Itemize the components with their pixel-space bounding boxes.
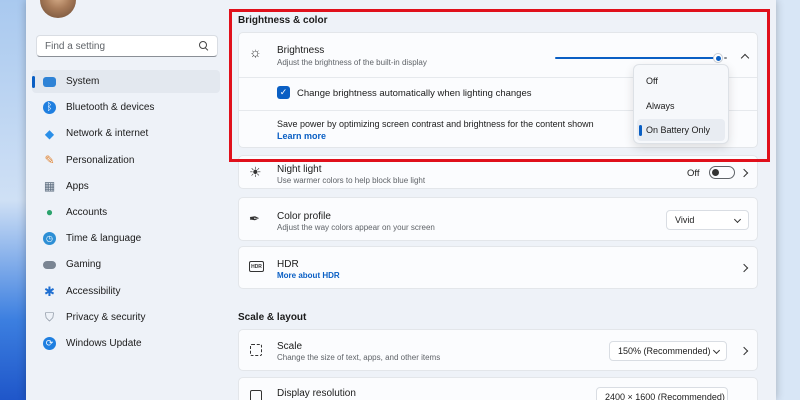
brightness-slider-fill — [555, 57, 714, 59]
chevron-right-icon — [739, 168, 749, 178]
color-profile-desc: Adjust the way colors appear on your scr… — [277, 223, 435, 232]
more-about-hdr-link[interactable]: More about HDR — [277, 271, 340, 280]
system-icon — [43, 77, 56, 87]
search-icon[interactable] — [199, 41, 209, 51]
controller-icon — [43, 261, 56, 270]
display-resolution-dropdown[interactable]: 2400 × 1600 (Recommended) — [596, 387, 728, 400]
toggle-knob — [712, 169, 719, 176]
night-light-card[interactable]: ☀ Night light Use warmer colors to help … — [238, 155, 758, 189]
section-title-scale-layout: Scale & layout — [238, 312, 307, 323]
brightness-desc: Adjust the brightness of the built-in di… — [277, 58, 427, 67]
chevron-down-icon — [712, 346, 721, 355]
color-profile-icon: ✒ — [249, 211, 260, 226]
menu-item-on-battery-only[interactable]: On Battery Only — [637, 119, 725, 141]
wifi-icon: ◆ — [44, 126, 55, 141]
globe-clock-icon: ◷ — [43, 232, 56, 246]
sidebar-item-label: Privacy & security — [66, 311, 146, 323]
update-icon: ⟳ — [43, 336, 56, 350]
night-light-icon: ☀ — [249, 164, 262, 180]
color-profile-card: ✒ Color profile Adjust the way colors ap… — [238, 197, 758, 241]
brush-icon: ✎ — [44, 153, 55, 168]
night-light-toggle[interactable] — [709, 166, 735, 179]
scale-icon — [250, 344, 262, 356]
auto-brightness-checkbox[interactable]: ✓ — [277, 86, 290, 99]
sidebar-item-label: Time & language — [66, 233, 142, 245]
sidebar-item-label: Network & internet — [66, 128, 149, 140]
chevron-down-icon — [733, 215, 742, 224]
sidebar-item-bluetooth[interactable]: ᛒ Bluetooth & devices — [32, 96, 220, 119]
display-resolution-value: 2400 × 1600 (Recommended) — [605, 392, 725, 400]
content-pane: Brightness & color ☼ Brightness Adjust t… — [232, 0, 776, 400]
brightness-slider[interactable] — [555, 53, 727, 63]
chevron-right-icon — [739, 346, 749, 356]
sidebar-item-gaming[interactable]: Gaming — [32, 253, 220, 276]
sidebar-item-system[interactable]: System — [32, 70, 220, 93]
sidebar-item-label: Accounts — [66, 206, 108, 218]
sidebar-item-accessibility[interactable]: ✱ Accessibility — [32, 280, 220, 303]
sidebar-item-label: Windows Update — [66, 337, 142, 349]
accounts-icon: ● — [45, 205, 54, 220]
auto-brightness-label: Change brightness automatically when lig… — [297, 88, 532, 99]
sidebar-item-network[interactable]: ◆ Network & internet — [32, 122, 220, 145]
sidebar-item-label: Personalization — [66, 154, 135, 166]
search-input[interactable] — [45, 40, 199, 52]
accessibility-icon: ✱ — [44, 283, 55, 299]
brightness-slider-thumb[interactable] — [713, 53, 723, 63]
sidebar-item-windows-update[interactable]: ⟳ Windows Update — [32, 332, 220, 355]
shield-icon: ⛉ — [44, 310, 54, 325]
bluetooth-icon: ᛒ — [43, 101, 56, 115]
search-box[interactable] — [36, 35, 218, 57]
section-title-brightness-color: Brightness & color — [238, 15, 328, 26]
scale-card: Scale Change the size of text, apps, and… — [238, 329, 758, 371]
sidebar-item-time-language[interactable]: ◷ Time & language — [32, 227, 220, 250]
color-profile-value: Vivid — [675, 215, 695, 225]
scale-desc: Change the size of text, apps, and other… — [277, 353, 441, 362]
avatar[interactable] — [40, 0, 76, 18]
sidebar: System ᛒ Bluetooth & devices ◆ Network &… — [26, 0, 231, 400]
collapse-chevron-icon[interactable] — [740, 53, 750, 63]
sidebar-nav: System ᛒ Bluetooth & devices ◆ Network &… — [32, 70, 220, 358]
save-power-text: Save power by optimizing screen contrast… — [277, 119, 594, 129]
display-resolution-card: Display resolution 2400 × 1600 (Recommen… — [238, 377, 758, 400]
settings-window: System ᛒ Bluetooth & devices ◆ Network &… — [26, 0, 776, 400]
menu-item-always[interactable]: Always — [637, 95, 725, 117]
sidebar-item-label: System — [66, 76, 100, 87]
sidebar-item-label: Accessibility — [66, 285, 121, 297]
hdr-card[interactable]: HDR HDR More about HDR — [238, 246, 758, 289]
menu-item-off[interactable]: Off — [637, 70, 725, 92]
sidebar-item-label: Bluetooth & devices — [66, 102, 155, 114]
sidebar-item-apps[interactable]: ▦ Apps — [32, 175, 220, 198]
brightness-sun-icon: ☼ — [249, 44, 262, 60]
brightness-slider-track — [724, 57, 727, 59]
chevron-right-icon — [739, 263, 749, 273]
brightness-title: Brightness — [277, 45, 325, 56]
hdr-icon: HDR — [249, 261, 264, 272]
display-resolution-icon — [250, 390, 262, 400]
sidebar-item-privacy[interactable]: ⛉ Privacy & security — [32, 306, 220, 329]
color-profile-dropdown[interactable]: Vivid — [666, 210, 749, 230]
display-resolution-title: Display resolution — [277, 388, 356, 399]
night-light-desc: Use warmer colors to help block blue lig… — [277, 176, 426, 185]
hdr-title: HDR — [277, 259, 299, 270]
learn-more-link[interactable]: Learn more — [277, 131, 326, 141]
sidebar-item-label: Apps — [66, 180, 89, 192]
sidebar-item-accounts[interactable]: ● Accounts — [32, 201, 220, 224]
night-light-title: Night light — [277, 164, 322, 175]
sidebar-item-label: Gaming — [66, 259, 102, 271]
color-profile-title: Color profile — [277, 211, 331, 222]
scale-dropdown[interactable]: 150% (Recommended) — [609, 341, 727, 361]
scale-title: Scale — [277, 341, 303, 352]
content-adaptive-menu: Off Always On Battery Only — [633, 64, 729, 144]
scale-value: 150% (Recommended) — [618, 346, 711, 356]
apps-icon: ▦ — [43, 179, 56, 194]
sidebar-item-personalization[interactable]: ✎ Personalization — [32, 149, 220, 172]
night-light-state: Off — [687, 168, 700, 179]
